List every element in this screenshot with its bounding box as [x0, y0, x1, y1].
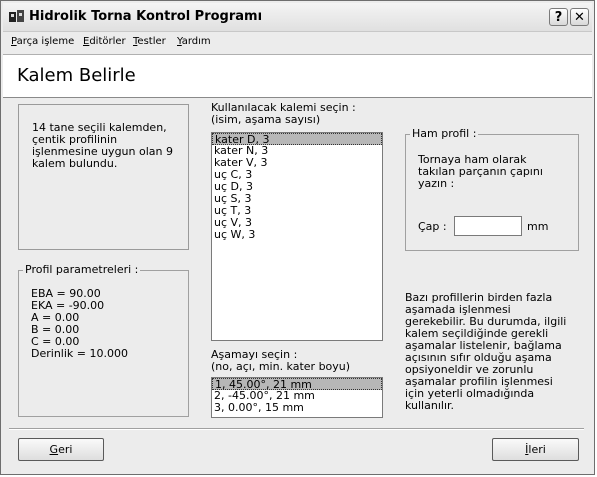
wizard-window: Hidrolik Torna Kontrol Programı ? ✕ Parç…: [0, 0, 595, 475]
page-title: Kalem Belirle: [17, 65, 136, 86]
param-line: Derinlik = 10.000: [31, 347, 128, 360]
help-icon: ?: [554, 10, 563, 25]
stage-select-sublabel: (no, açı, min. kater boyu): [211, 360, 351, 373]
next-button[interactable]: İleri: [492, 438, 579, 461]
diameter-input[interactable]: [454, 216, 522, 236]
back-button[interactable]: Geri: [18, 438, 104, 461]
app-icon: [9, 10, 24, 22]
info-line: kalem bulundu.: [32, 157, 118, 170]
tool-listbox[interactable]: kater D, 3 kater N, 3 kater V, 3 uç C, 3…: [211, 132, 383, 341]
menu-editorler[interactable]: Editörler: [83, 36, 126, 47]
page-header: Kalem Belirle: [3, 54, 592, 98]
help-button[interactable]: ?: [549, 8, 568, 26]
raw-profile-group: Ham profil : Tornaya ham olarak takılan …: [405, 127, 579, 251]
info-panel: 14 tane seçili kalemden, çentik profilin…: [18, 104, 189, 250]
raw-profile-legend: Ham profil :: [410, 127, 479, 140]
close-button[interactable]: ✕: [570, 8, 589, 26]
window-title: Hidrolik Torna Kontrol Programı: [29, 9, 263, 24]
menu-testler[interactable]: Testler: [133, 36, 166, 47]
diameter-label: Çap :: [418, 220, 447, 233]
tool-select-sublabel: (isim, aşama sayısı): [211, 113, 321, 126]
menu-bar: Parça işleme Editörler Testler Yardım: [3, 33, 592, 53]
close-icon: ✕: [574, 10, 585, 25]
profile-params-group: Profil parametreleri : EBA = 90.00 EKA =…: [18, 263, 189, 417]
tool-list-item[interactable]: uç W, 3: [212, 229, 382, 241]
note-line: kullanılır.: [405, 399, 455, 412]
stage-listbox[interactable]: 1, 45.00°, 21 mm 2, -45.00°, 21 mm 3, 0.…: [211, 377, 383, 418]
title-bar[interactable]: Hidrolik Torna Kontrol Programı ? ✕: [3, 3, 592, 32]
menu-parca-isleme[interactable]: Parça işleme: [11, 36, 74, 47]
profile-params-legend: Profil parametreleri :: [23, 263, 141, 276]
raw-profile-line: yazın :: [418, 177, 455, 190]
menu-yardim[interactable]: Yardım: [177, 36, 211, 47]
footer-separator: [9, 428, 584, 430]
diameter-unit: mm: [527, 220, 549, 233]
stage-list-item[interactable]: 3, 0.00°, 15 mm: [212, 402, 382, 414]
